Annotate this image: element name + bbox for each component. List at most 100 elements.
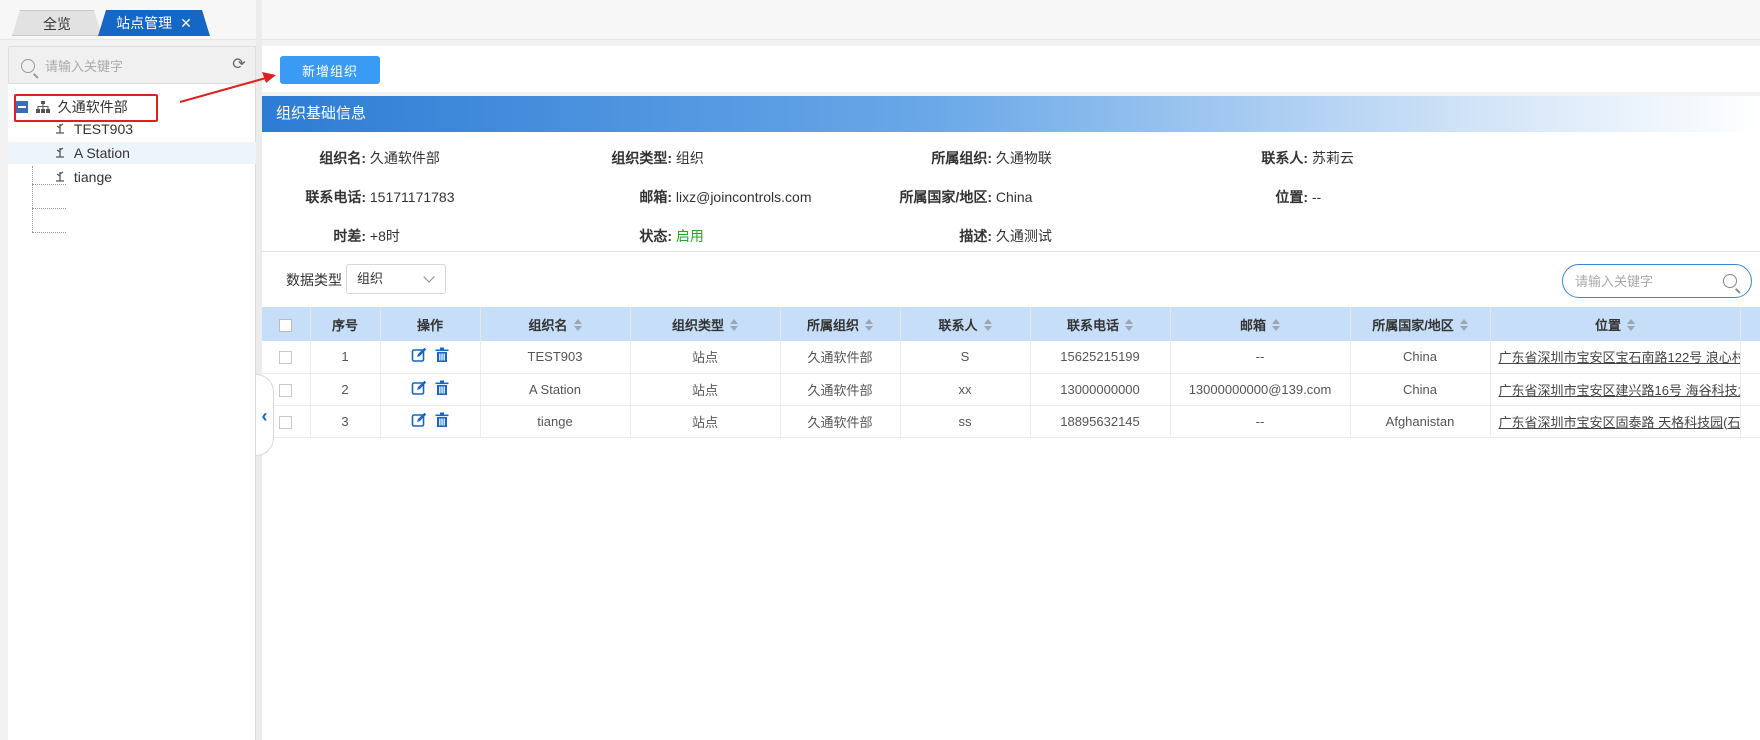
info-key: 位置: — [1275, 189, 1308, 205]
row-checkbox[interactable] — [279, 351, 293, 365]
tree-node-station[interactable]: A Station — [54, 142, 130, 164]
filter-row: 数据类型 组织 — [262, 256, 1760, 302]
sort-icon[interactable] — [983, 318, 992, 331]
table-header-row: 序号 操作 组织名 组织类型 所属组织 联系人 联系电话 邮箱 所属国家/地区 … — [262, 307, 1760, 341]
cell-type: 站点 — [630, 341, 781, 374]
table-row[interactable]: 2 A Station 站点 久通软件部 xx 13000000000 1300000000… — [262, 373, 1760, 406]
table-row[interactable]: 3 tiange 站点 久通软件部 ss 18895632145 -- Afghanistan… — [262, 405, 1760, 438]
col-header-label: 组织类型 — [671, 317, 724, 333]
data-type-label: 数据类型 — [286, 272, 342, 288]
row-checkbox[interactable] — [279, 415, 293, 429]
edit-icon[interactable] — [411, 347, 427, 366]
station-icon — [56, 147, 64, 158]
cell-ops — [380, 405, 481, 438]
cell-no: 3 — [310, 405, 381, 438]
cell-email: 13000000000@139.com — [1170, 373, 1351, 406]
info-value: 久通测试 — [995, 228, 1052, 244]
cell-name: tiange — [480, 405, 631, 438]
info-value: 久通软件部 — [369, 150, 440, 166]
info-email: 邮箱: lixz@joincontrols.com — [542, 187, 811, 207]
col-header-parent[interactable]: 所属组织 — [780, 307, 901, 341]
cell-phone: 15625215199 — [1030, 341, 1171, 374]
col-header-contact[interactable]: 联系人 — [900, 307, 1031, 341]
sidebar-search-input[interactable] — [45, 55, 215, 77]
refresh-icon[interactable]: ⟳ — [231, 57, 247, 73]
info-key: 描述: — [959, 228, 992, 244]
trash-icon[interactable] — [435, 347, 449, 366]
info-org-name: 组织名: 久通软件部 — [262, 148, 440, 168]
info-value: 组织 — [675, 150, 704, 166]
info-description: 描述: 久通测试 — [862, 226, 1052, 246]
cell-no: 2 — [310, 373, 381, 406]
cell-contact: S — [900, 341, 1031, 374]
sort-icon[interactable] — [1459, 318, 1468, 331]
trash-icon[interactable] — [435, 412, 449, 431]
tab-site-management[interactable]: 站点管理 ✕ — [98, 10, 210, 36]
cell-country: China — [1350, 341, 1491, 374]
chevron-down-icon — [423, 271, 435, 283]
info-status: 状态: 启用 — [542, 226, 704, 246]
location-link[interactable]: 广东省深圳市宝安区宝石南路122号 浪心村内 — [1490, 341, 1741, 374]
info-key: 组织名: — [319, 150, 366, 166]
info-key: 邮箱: — [639, 189, 672, 205]
table-row[interactable]: 1 TEST903 站点 久通软件部 S 15625215199 -- China 广东省深圳市… — [262, 341, 1760, 374]
select-value: 组织 — [357, 271, 384, 286]
trash-icon[interactable] — [435, 380, 449, 399]
chevron-left-icon[interactable]: ‹ — [256, 374, 274, 456]
sort-icon[interactable] — [1125, 318, 1133, 331]
info-value: lixz@joincontrols.com — [675, 189, 812, 205]
info-value: 久通物联 — [995, 150, 1052, 166]
table-search-input[interactable] — [1575, 272, 1715, 290]
close-icon[interactable]: ✕ — [180, 15, 192, 31]
cell-parent: 久通软件部 — [780, 373, 901, 406]
tree-connector — [32, 166, 33, 232]
tree-node-label: A Station — [73, 145, 130, 161]
location-link[interactable]: 广东省深圳市宝安区建兴路16号 海谷科技大厦 — [1490, 373, 1741, 406]
info-location: 位置: -- — [1182, 187, 1321, 207]
sort-icon[interactable] — [1272, 318, 1280, 331]
col-header-email[interactable]: 邮箱 — [1170, 307, 1351, 341]
tree-connector — [32, 208, 66, 209]
cell-email: -- — [1170, 405, 1351, 438]
cell-contact: xx — [900, 373, 1031, 406]
cell-extra — [1740, 373, 1760, 406]
tab-bar: 全览 站点管理 ✕ — [0, 0, 1760, 40]
sort-icon[interactable] — [730, 318, 738, 331]
tree-node-station[interactable]: tiange — [54, 166, 112, 188]
cell-parent: 久通软件部 — [780, 405, 901, 438]
col-header-name[interactable]: 组织名 — [480, 307, 631, 341]
search-icon[interactable] — [1723, 274, 1737, 288]
col-header-type[interactable]: 组织类型 — [630, 307, 781, 341]
station-icon — [56, 123, 64, 134]
info-org-type: 组织类型: 组织 — [542, 148, 704, 168]
cell-extra — [1740, 405, 1760, 438]
location-link[interactable]: 广东省深圳市宝安区固泰路 天格科技园(石岩) — [1490, 405, 1741, 438]
col-header-phone[interactable]: 联系电话 — [1030, 307, 1171, 341]
info-phone: 联系电话: 15171171783 — [262, 187, 454, 207]
tree-node-station[interactable]: TEST903 — [54, 118, 133, 140]
tab-overview[interactable]: 全览 — [12, 10, 102, 36]
sort-icon[interactable] — [573, 318, 582, 331]
col-header-label: 联系电话 — [1066, 317, 1119, 333]
sort-icon[interactable] — [865, 318, 873, 331]
edit-icon[interactable] — [411, 380, 427, 399]
org-table: 序号 操作 组织名 组织类型 所属组织 联系人 联系电话 邮箱 所属国家/地区 … — [262, 307, 1760, 438]
select-all-checkbox[interactable] — [279, 318, 293, 332]
col-header-location[interactable]: 位置 — [1490, 307, 1741, 341]
info-contact: 联系人: 苏莉云 — [1182, 148, 1354, 168]
cell-name: A Station — [480, 373, 631, 406]
row-checkbox[interactable] — [279, 383, 293, 397]
cell-contact: ss — [900, 405, 1031, 438]
cell-phone: 13000000000 — [1030, 373, 1171, 406]
col-header-country[interactable]: 所属国家/地区 — [1350, 307, 1491, 341]
edit-icon[interactable] — [411, 412, 427, 431]
info-value: +8时 — [369, 228, 400, 244]
cell-type: 站点 — [630, 405, 781, 438]
sort-icon[interactable] — [1627, 318, 1635, 331]
tree-node-label: tiange — [73, 169, 113, 185]
data-type-select[interactable]: 组织 — [346, 264, 446, 294]
add-org-button[interactable]: 新增组织 — [280, 56, 380, 84]
info-key: 时差: — [333, 228, 366, 244]
cell-ops — [380, 341, 481, 374]
section-title: 组织基础信息 — [262, 96, 1760, 132]
